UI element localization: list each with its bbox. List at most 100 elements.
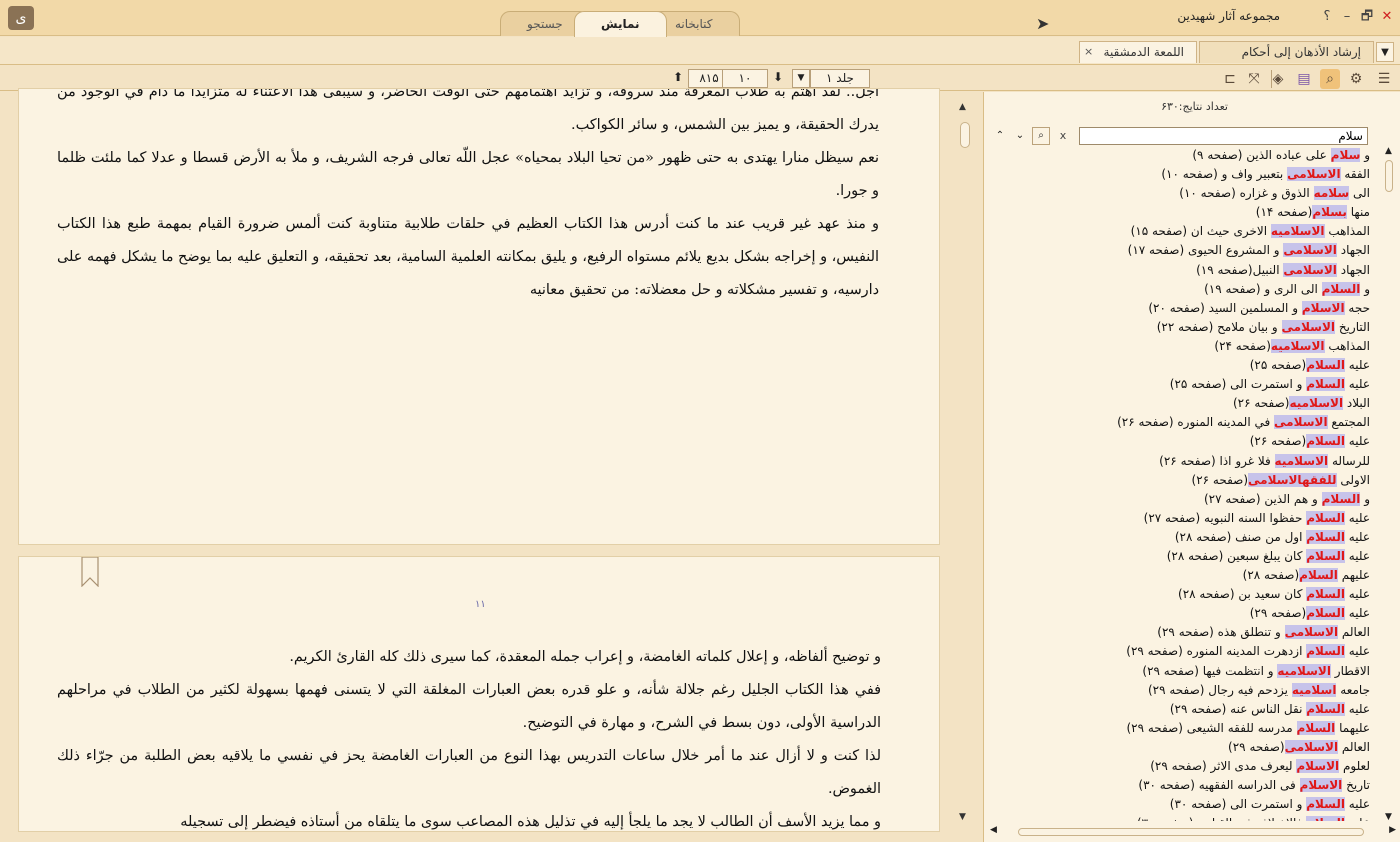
result-item[interactable]: عليهم السلام(صفحه ۲۸) xyxy=(984,566,1384,585)
result-suffix: حفظوا السنه النبويه (صفحه ۲۷) xyxy=(1143,510,1307,525)
result-highlight: السلام xyxy=(1321,281,1361,296)
layers-icon[interactable]: ◈ xyxy=(1268,69,1288,89)
result-item[interactable]: الى سلامه الذوق و غزاره (صفحه ۱۰) xyxy=(984,184,1384,203)
gear-icon[interactable]: ⚙ xyxy=(1346,69,1366,89)
close-button[interactable]: ✕ xyxy=(1378,7,1396,27)
doctab-irshad[interactable]: إرشاد الأذهان إلى أحكام الإيمان xyxy=(1199,41,1374,79)
result-highlight: الاسلامى xyxy=(1287,167,1341,182)
scroll-up-icon[interactable]: ▲ xyxy=(1385,146,1392,156)
result-suffix: (صفحه ۲۹) xyxy=(1249,606,1307,621)
result-item[interactable]: حجه الاسلام و المسلمين السيد (صفحه ۲۰) xyxy=(984,299,1384,318)
result-item[interactable]: و السلام الى الرى و (صفحه ۱۹) xyxy=(984,280,1384,299)
result-item[interactable]: المذاهب الاسلاميه الاخرى حيث ان (صفحه ۱۵… xyxy=(984,222,1384,241)
scroll-down-icon[interactable]: ▼ xyxy=(959,812,966,822)
restore-button[interactable]: 🗗 xyxy=(1358,7,1376,27)
doctabs-dropdown-button[interactable]: ▼ xyxy=(1376,42,1394,62)
result-item[interactable]: المذاهب الاسلاميه(صفحه ۲۴) xyxy=(984,337,1384,356)
result-item[interactable]: الجهاد الاسلامى و المشروع الحيوى (صفحه ۱… xyxy=(984,241,1384,260)
help-button[interactable]: ؟ xyxy=(1318,7,1336,27)
result-item[interactable]: لعلوم الاسلام ليعرف مدى الاثر (صفحه ۲۹) xyxy=(984,757,1384,776)
result-item[interactable]: العالم الاسلامى(صفحه ۲۹) xyxy=(984,738,1384,757)
result-item[interactable]: عليه السلام(صفحه ۲۶) xyxy=(984,432,1384,451)
result-suffix: و استمرت الى (صفحه ۲۵) xyxy=(1169,377,1307,392)
search-icon[interactable]: ⌕ xyxy=(1320,69,1340,89)
result-highlight: سلامه xyxy=(1313,186,1350,201)
bookmark-icon[interactable] xyxy=(81,557,99,587)
menu-icon[interactable]: ☰ xyxy=(1374,69,1394,89)
result-item[interactable]: عليه السلام نقل الناس عنه (صفحه ۲۹) xyxy=(984,700,1384,719)
result-item[interactable]: العالم الاسلامى و تنطلق هذه (صفحه ۲۹) xyxy=(984,623,1384,642)
book-page: ۱۱ و توضيح ألفاظه، و إعلال كلماته الغامض… xyxy=(18,556,940,832)
result-item[interactable]: المجتمع الاسلامى في المدينه المنوره (صفح… xyxy=(984,413,1384,432)
result-suffix: ازدهرت المدينه المنوره (صفحه ۲۹) xyxy=(1126,644,1307,659)
result-item[interactable]: و سلام على عباده الذين (صفحه ۹) xyxy=(984,146,1384,165)
result-highlight: السلام xyxy=(1299,568,1338,583)
result-item[interactable]: الجهاد الاسلامى النبيل(صفحه ۱۹) xyxy=(984,261,1384,280)
result-item[interactable]: تاريخ الاسلام فى الدراسه الفقهيه (صفحه ۳… xyxy=(984,776,1384,795)
result-item[interactable]: منها بسلام(صفحه ۱۴) xyxy=(984,203,1384,222)
result-item[interactable]: عليه السلام(صفحه ۲۵) xyxy=(984,356,1384,375)
result-highlight: السلام xyxy=(1306,358,1345,373)
doctab-close-icon[interactable]: × xyxy=(1084,42,1093,62)
doctab-lumaa[interactable]: اللمعة الدمشقية × xyxy=(1079,41,1197,63)
results-scrollbar[interactable]: ▲ ▼ xyxy=(1382,146,1396,822)
search-input[interactable] xyxy=(1079,127,1368,145)
next-result-button[interactable]: ⌄ xyxy=(1012,127,1028,145)
result-item[interactable]: للرساله الاسلاميه فلا غرو اذا (صفحه ۲۶) xyxy=(984,452,1384,471)
result-highlight: بسلام xyxy=(1312,205,1347,220)
result-prefix: حجه xyxy=(1344,300,1370,315)
volume-select[interactable]: جلد ۱ xyxy=(810,69,870,88)
page-number-input[interactable]: ۱۰ xyxy=(722,69,768,88)
book-icon[interactable]: ▤ xyxy=(1294,69,1314,89)
scroll-down-icon[interactable]: ▼ xyxy=(1385,812,1392,822)
result-item[interactable]: البلاد الاسلاميه(صفحه ۲۶) xyxy=(984,394,1384,413)
result-item[interactable]: عليه السلام و استمرت الى (صفحه ۳۰) xyxy=(984,795,1384,814)
scrollbar-thumb[interactable] xyxy=(1385,160,1393,192)
bookmark-outline-icon[interactable]: ⊏ xyxy=(1220,69,1240,89)
page-number: ۱۱ xyxy=(475,599,486,610)
result-item[interactable]: عليهما السلام مدرسه للفقه الشيعى (صفحه ۲… xyxy=(984,719,1384,738)
result-highlight: السلام xyxy=(1321,491,1361,506)
scrollbar-thumb[interactable] xyxy=(1018,828,1364,836)
result-item[interactable]: عليه السلام فالاختلاف في القياس (صفحه ۳۰… xyxy=(984,814,1384,821)
volume-dropdown-button[interactable]: ▼ xyxy=(792,69,810,88)
result-prefix: الاولى xyxy=(1336,472,1370,487)
result-item[interactable]: عليه السلام(صفحه ۲۹) xyxy=(984,604,1384,623)
scroll-left-icon[interactable]: ◀ xyxy=(990,825,997,835)
result-highlight: السلام xyxy=(1296,720,1336,735)
window-title: مجموعه آثار شهيدين xyxy=(1177,9,1280,23)
scroll-right-icon[interactable]: ▶ xyxy=(1389,825,1396,835)
result-item[interactable]: الاقطار الاسلاميه و انتظمت فيها (صفحه ۲۹… xyxy=(984,662,1384,681)
result-item[interactable]: الاولى للفقهالاسلامى(صفحه ۲۶) xyxy=(984,471,1384,490)
scrollbar-thumb[interactable] xyxy=(960,122,970,148)
result-suffix: و انتظمت فيها (صفحه ۲۹) xyxy=(1142,663,1278,678)
result-item[interactable]: التاريخ الاسلامى و بيان ملامح (صفحه ۲۲) xyxy=(984,318,1384,337)
result-item[interactable]: عليه السلام و استمرت الى (صفحه ۲۵) xyxy=(984,375,1384,394)
result-item[interactable]: الفقه الاسلامى بتعبير واف و (صفحه ۱۰) xyxy=(984,165,1384,184)
result-item[interactable]: عليه السلام اول من صنف (صفحه ۲۸) xyxy=(984,528,1384,547)
result-prefix: عليه xyxy=(1344,377,1370,392)
page-down-button[interactable]: ⬇ xyxy=(770,69,786,88)
result-highlight: الاسلامى xyxy=(1274,415,1328,430)
scroll-up-icon[interactable]: ▲ xyxy=(959,102,966,112)
result-prefix: الى xyxy=(1349,186,1370,201)
result-suffix: و هم الذين (صفحه ۲۷) xyxy=(1203,491,1322,506)
expand-icon[interactable]: ⤧ xyxy=(1244,69,1264,89)
result-suffix: النبيل(صفحه ۱۹) xyxy=(1196,262,1284,277)
result-prefix: الاقطار xyxy=(1330,663,1370,678)
result-item[interactable]: و السلام و هم الذين (صفحه ۲۷) xyxy=(984,490,1384,509)
previous-result-button[interactable]: ⌃ xyxy=(992,127,1008,145)
tab-display[interactable]: نمایش xyxy=(574,11,667,37)
search-go-icon[interactable]: ⌕ xyxy=(1032,127,1050,145)
result-item[interactable]: عليه السلام ازدهرت المدينه المنوره (صفحه… xyxy=(984,642,1384,661)
results-horizontal-scrollbar[interactable]: ◀ ▶ xyxy=(988,825,1398,839)
clear-search-button[interactable]: x xyxy=(1056,127,1070,145)
reader-scrollbar[interactable]: ▲ ▼ xyxy=(955,98,973,828)
result-item[interactable]: عليه السلام كان سعيد بن (صفحه ۲۸) xyxy=(984,585,1384,604)
minimize-button[interactable]: – xyxy=(1338,7,1356,27)
result-item[interactable]: جامعه اسلاميه يزدحم فيه رجال (صفحه ۲۹) xyxy=(984,681,1384,700)
result-item[interactable]: عليه السلام كان يبلغ سبعين (صفحه ۲۸) xyxy=(984,547,1384,566)
result-item[interactable]: عليه السلام حفظوا السنه النبويه (صفحه ۲۷… xyxy=(984,509,1384,528)
page-up-button[interactable]: ⬆ xyxy=(670,69,686,88)
result-highlight: السلام xyxy=(1306,548,1345,563)
